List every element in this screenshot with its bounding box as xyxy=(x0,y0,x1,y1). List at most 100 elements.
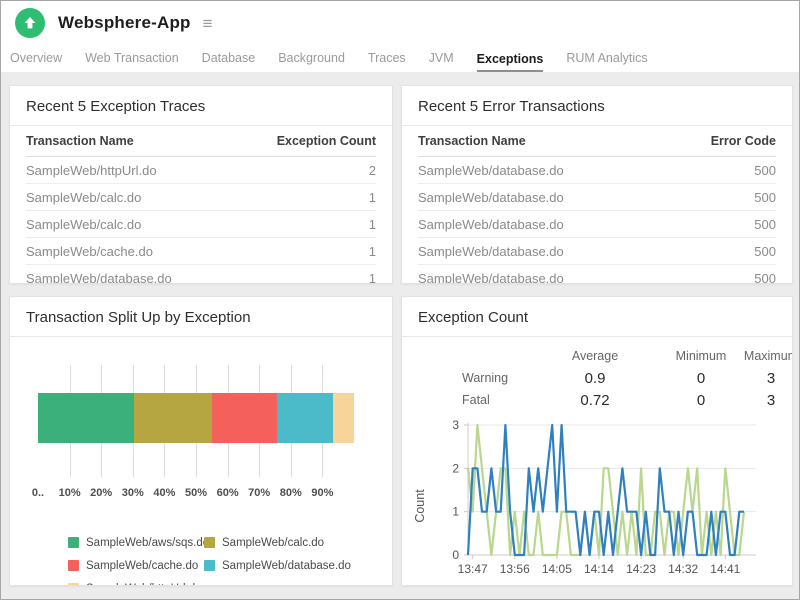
transaction-name-cell[interactable]: SampleWeb/httpUrl.do xyxy=(26,163,157,178)
value-cell: 500 xyxy=(754,163,776,178)
x-tick-label: 30% xyxy=(122,487,144,499)
axis-label: 2 xyxy=(452,461,459,475)
transaction-name-cell[interactable]: SampleWeb/calc.do xyxy=(26,217,141,232)
table-row: SampleWeb/httpUrl.do 2 xyxy=(26,157,376,184)
axis-label: 14:14 xyxy=(584,562,614,576)
stats-row-label: Warning xyxy=(418,371,520,385)
axis-label: 14:32 xyxy=(668,562,698,576)
panel-title: Recent 5 Error Transactions xyxy=(402,86,792,126)
transaction-name-cell[interactable]: SampleWeb/database.do xyxy=(418,190,564,205)
value-cell: 500 xyxy=(754,217,776,232)
table-row: SampleWeb/database.do 500 xyxy=(418,184,776,211)
tab-traces[interactable]: Traces xyxy=(368,51,406,67)
value-cell: 2 xyxy=(369,163,376,178)
bar-segment-sqs.do[interactable] xyxy=(38,393,134,443)
legend-swatch xyxy=(68,560,79,571)
column-transaction-name: Transaction Name xyxy=(26,134,134,148)
table-row: SampleWeb/database.do 500 xyxy=(418,238,776,265)
exception-count-stats: AverageMinimumMaximumWarning0.903Fatal0.… xyxy=(418,345,793,411)
bar-segment-database.do[interactable] xyxy=(277,393,334,443)
value-cell: 500 xyxy=(754,271,776,285)
app-header: Websphere-App ≡ xyxy=(1,1,799,45)
transaction-name-cell[interactable]: SampleWeb/database.do xyxy=(418,163,564,178)
value-cell: 1 xyxy=(369,217,376,232)
column-transaction-name: Transaction Name xyxy=(418,134,526,148)
tab-exceptions[interactable]: Exceptions xyxy=(477,52,544,73)
line-chart-svg: 012313:4713:5614:0514:1414:2314:3214:41C… xyxy=(408,417,788,585)
bar-segment-cache.do[interactable] xyxy=(212,393,277,443)
table-row: SampleWeb/cache.do 1 xyxy=(26,238,376,265)
axis-label: 1 xyxy=(452,505,459,519)
tab-overview[interactable]: Overview xyxy=(10,51,62,67)
table-header: Transaction Name Exception Count xyxy=(26,126,376,157)
table-row: SampleWeb/database.do 1 xyxy=(26,265,376,284)
hamburger-menu-icon[interactable]: ≡ xyxy=(203,15,213,32)
table-row: SampleWeb/calc.do 1 xyxy=(26,184,376,211)
bar-segment-calc.do[interactable] xyxy=(134,393,211,443)
stats-row-warning: Warning0.903 xyxy=(418,367,793,389)
monitor-status-up-icon xyxy=(15,8,45,38)
stacked-bar-plot xyxy=(38,365,354,477)
legend-label: SampleWeb/cache.do xyxy=(86,560,198,572)
tab-background[interactable]: Background xyxy=(278,51,345,67)
tab-database[interactable]: Database xyxy=(202,51,256,67)
tab-web-transaction[interactable]: Web Transaction xyxy=(85,51,179,67)
tab-bar: Overview Web Transaction Database Backgroun… xyxy=(1,45,799,72)
tab-rum-analytics[interactable]: RUM Analytics xyxy=(566,51,647,67)
legend-swatch xyxy=(204,537,215,548)
stats-value: 3 xyxy=(732,392,793,409)
axis-label: 13:56 xyxy=(500,562,530,576)
legend-swatch xyxy=(68,537,79,548)
error-transactions-table: Transaction Name Error Code SampleWeb/da… xyxy=(402,126,792,284)
table-body: SampleWeb/httpUrl.do2SampleWeb/calc.do1S… xyxy=(26,157,376,284)
stats-value: 0.9 xyxy=(520,370,670,387)
x-tick-label: 20% xyxy=(90,487,112,499)
x-tick-label: 40% xyxy=(153,487,175,499)
axis-label: 14:41 xyxy=(710,562,740,576)
axis-label: 0 xyxy=(452,548,459,562)
legend-item-sampleweb-calc-do[interactable]: SampleWeb/calc.do xyxy=(204,537,392,549)
x-tick-label: 10% xyxy=(59,487,81,499)
transaction-name-cell[interactable]: SampleWeb/cache.do xyxy=(26,244,153,259)
legend-item-sampleweb-database-do[interactable]: SampleWeb/database.do xyxy=(204,560,392,572)
value-cell: 500 xyxy=(754,244,776,259)
stats-row-label: Fatal xyxy=(418,393,520,407)
transaction-name-cell[interactable]: SampleWeb/database.do xyxy=(418,271,564,285)
value-cell: 1 xyxy=(369,271,376,285)
stats-value: 3 xyxy=(732,370,793,387)
exception-count-chart: 012313:4713:5614:0514:1414:2314:3214:41C… xyxy=(408,417,792,586)
tab-jvm[interactable]: JVM xyxy=(429,51,454,67)
panel-title: Exception Count xyxy=(402,297,792,337)
table-row: SampleWeb/database.do 500 xyxy=(418,211,776,238)
x-tick-label: 50% xyxy=(185,487,207,499)
axis-label: Count xyxy=(413,489,427,523)
legend-label: SampleWeb/calc.do xyxy=(222,537,324,549)
stats-value: 0.72 xyxy=(520,392,670,409)
legend-item-sampleweb-aws-sqs-do[interactable]: SampleWeb/aws/sqs.do xyxy=(68,537,204,549)
stats-header-row: AverageMinimumMaximum xyxy=(418,345,793,367)
stats-value: 0 xyxy=(670,392,732,409)
x-tick-label: 70% xyxy=(248,487,270,499)
legend-label: SampleWeb/httpUrl.do xyxy=(86,583,201,587)
legend-item-sampleweb-httpurl-do[interactable]: SampleWeb/httpUrl.do xyxy=(68,583,204,587)
transaction-name-cell[interactable]: SampleWeb/database.do xyxy=(418,244,564,259)
value-cell: 1 xyxy=(369,190,376,205)
transaction-name-cell[interactable]: SampleWeb/calc.do xyxy=(26,190,141,205)
value-cell: 1 xyxy=(369,244,376,259)
column-exception-count: Exception Count xyxy=(277,134,376,148)
axis-label: 14:23 xyxy=(626,562,656,576)
axis-label: 13:47 xyxy=(458,562,488,576)
column-error-code: Error Code xyxy=(711,134,776,148)
bar-segment-httpUrl.do[interactable] xyxy=(333,393,354,443)
transaction-name-cell[interactable]: SampleWeb/database.do xyxy=(418,217,564,232)
table-row: SampleWeb/database.do 500 xyxy=(418,265,776,284)
table-row: SampleWeb/calc.do 1 xyxy=(26,211,376,238)
app-title: Websphere-App xyxy=(58,13,191,33)
x-tick-label: 90% xyxy=(311,487,333,499)
legend-item-sampleweb-cache-do[interactable]: SampleWeb/cache.do xyxy=(68,560,204,572)
exception-traces-table: Transaction Name Exception Count SampleW… xyxy=(10,126,392,284)
transaction-name-cell[interactable]: SampleWeb/database.do xyxy=(26,271,172,285)
panel-recent-exception-traces: Recent 5 Exception Traces Transaction Na… xyxy=(9,85,393,284)
value-cell: 500 xyxy=(754,190,776,205)
table-row: SampleWeb/database.do 500 xyxy=(418,157,776,184)
